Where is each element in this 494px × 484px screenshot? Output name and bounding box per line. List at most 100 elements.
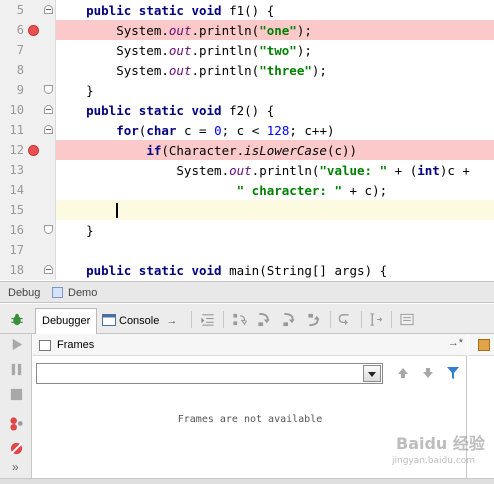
code-line[interactable]: 9 }: [0, 80, 494, 100]
resume-program-icon[interactable]: [9, 337, 24, 352]
frames-icon: [39, 340, 51, 351]
line-number: 17: [9, 243, 24, 257]
frames-title: Frames: [57, 339, 95, 351]
show-execution-point-icon[interactable]: [200, 312, 216, 327]
next-frame-icon[interactable]: [421, 366, 435, 380]
previous-frame-icon[interactable]: [396, 366, 410, 380]
line-number: 9: [16, 83, 24, 97]
watermark: Baidu 经验 jingyan.baidu.com: [388, 426, 488, 474]
line-number: 11: [9, 123, 24, 137]
code-text: public static void f1() {: [86, 3, 275, 18]
code-line[interactable]: 12 if(Character.isLowerCase(c)): [0, 140, 494, 160]
code-line[interactable]: 16 }: [0, 220, 494, 240]
code-text: System.out.println("three");: [56, 63, 327, 78]
code-line[interactable]: 10 public static void f2() {: [0, 100, 494, 120]
code-text: }: [56, 83, 94, 98]
code-line[interactable]: 5 public static void f1() {: [0, 0, 494, 20]
code-text: public static void main(String[] args) {: [86, 263, 388, 278]
tab-console[interactable]: Console →: [98, 308, 183, 334]
code-text: System.out.println("value: " + (int)c +: [56, 163, 470, 178]
fold-icon[interactable]: [44, 125, 53, 134]
line-number: 5: [16, 3, 24, 17]
code-text: System.out.println("two");: [56, 43, 312, 58]
breakpoint-icon[interactable]: [28, 25, 39, 36]
watermark-logo: Baidu 经验: [396, 434, 485, 453]
force-step-into-icon[interactable]: [281, 312, 297, 327]
toolbar-separator: [191, 311, 192, 328]
debug-toolbar: Debugger Console →: [0, 304, 494, 334]
fold-icon[interactable]: [44, 85, 53, 94]
code-line[interactable]: 13 System.out.println("value: " + (int)c…: [0, 160, 494, 180]
code-line[interactable]: 14 " character: " + c);: [0, 180, 494, 200]
code-line[interactable]: 6 System.out.println("one");: [0, 20, 494, 40]
toolbar-separator: [361, 311, 362, 328]
run-to-cursor-icon[interactable]: [368, 312, 384, 327]
debug-title: Debug: [8, 287, 41, 299]
tab-console-label: Console: [119, 315, 160, 327]
line-number: 16: [9, 223, 24, 237]
run-config-name[interactable]: Demo: [68, 287, 97, 299]
more-actions-icon[interactable]: »: [12, 460, 19, 474]
line-number: 14: [9, 183, 24, 197]
fold-icon[interactable]: [44, 265, 53, 274]
view-breakpoints-icon[interactable]: [9, 416, 24, 431]
watermark-url: jingyan.baidu.com: [392, 456, 476, 466]
code-line[interactable]: 7 System.out.println("two");: [0, 40, 494, 60]
console-icon: [102, 314, 116, 326]
debug-bug-icon[interactable]: [9, 312, 25, 327]
chevron-down-icon[interactable]: [363, 365, 381, 382]
drop-frame-icon[interactable]: [337, 312, 353, 327]
variables-panel-header: [468, 334, 494, 356]
frames-panel-header: Frames →*: [33, 334, 467, 356]
text-caret: [116, 203, 119, 218]
tab-debugger[interactable]: Debugger: [35, 308, 98, 334]
code-text: [56, 200, 494, 220]
line-number: 15: [9, 203, 24, 217]
code-text: }: [56, 223, 94, 238]
line-number: 6: [16, 23, 24, 37]
step-over-icon[interactable]: [231, 312, 247, 327]
toolbar-separator: [223, 311, 224, 328]
code-editor[interactable]: 5 public static void f1() { 6 System.out…: [0, 0, 494, 280]
variables-icon: [478, 339, 490, 351]
run-config-icon: [52, 287, 63, 298]
code-text: public static void f2() {: [86, 103, 275, 118]
line-number: 13: [9, 163, 24, 177]
code-line[interactable]: 8 System.out.println("three");: [0, 60, 494, 80]
thread-select[interactable]: [36, 363, 383, 384]
code-line[interactable]: 18 public static void main(String[] args…: [0, 260, 494, 280]
debug-actions-strip: »: [0, 334, 32, 478]
fold-icon[interactable]: [44, 5, 53, 14]
toolbar-separator: [391, 311, 392, 328]
code-text: if(Character.isLowerCase(c)): [56, 140, 494, 160]
stop-icon[interactable]: [9, 387, 24, 402]
horizontal-scrollbar[interactable]: [0, 478, 494, 484]
debug-tool-window-header: Debug Demo: [0, 281, 494, 303]
frames-pin-icon[interactable]: →*: [448, 337, 463, 349]
line-number: 8: [16, 63, 24, 77]
pause-program-icon[interactable]: [9, 362, 24, 377]
fold-icon[interactable]: [44, 225, 53, 234]
toolbar-separator: [330, 311, 331, 328]
code-line[interactable]: 15: [0, 200, 494, 220]
frames-empty-message: Frames are not available: [177, 414, 323, 425]
mute-breakpoints-icon[interactable]: [9, 441, 24, 456]
step-out-icon[interactable]: [306, 312, 322, 327]
line-number: 18: [9, 263, 24, 277]
step-into-icon[interactable]: [256, 312, 272, 327]
code-text: " character: " + c);: [236, 183, 388, 198]
line-number: 10: [9, 103, 24, 117]
line-number: 12: [9, 143, 24, 157]
code-text: for(char c = 0; c < 128; c++): [116, 123, 335, 138]
code-line[interactable]: 17: [0, 240, 494, 260]
fold-icon[interactable]: [44, 105, 53, 114]
filter-icon[interactable]: [446, 366, 460, 380]
code-line[interactable]: 11 for(char c = 0; c < 128; c++): [0, 120, 494, 140]
tab-debugger-label: Debugger: [42, 315, 91, 327]
line-number: 7: [16, 43, 24, 57]
evaluate-expression-icon[interactable]: [399, 312, 415, 327]
tab-console-pin: →: [166, 315, 178, 327]
breakpoint-icon[interactable]: [28, 145, 39, 156]
code-text: System.out.println("one");: [56, 20, 494, 40]
